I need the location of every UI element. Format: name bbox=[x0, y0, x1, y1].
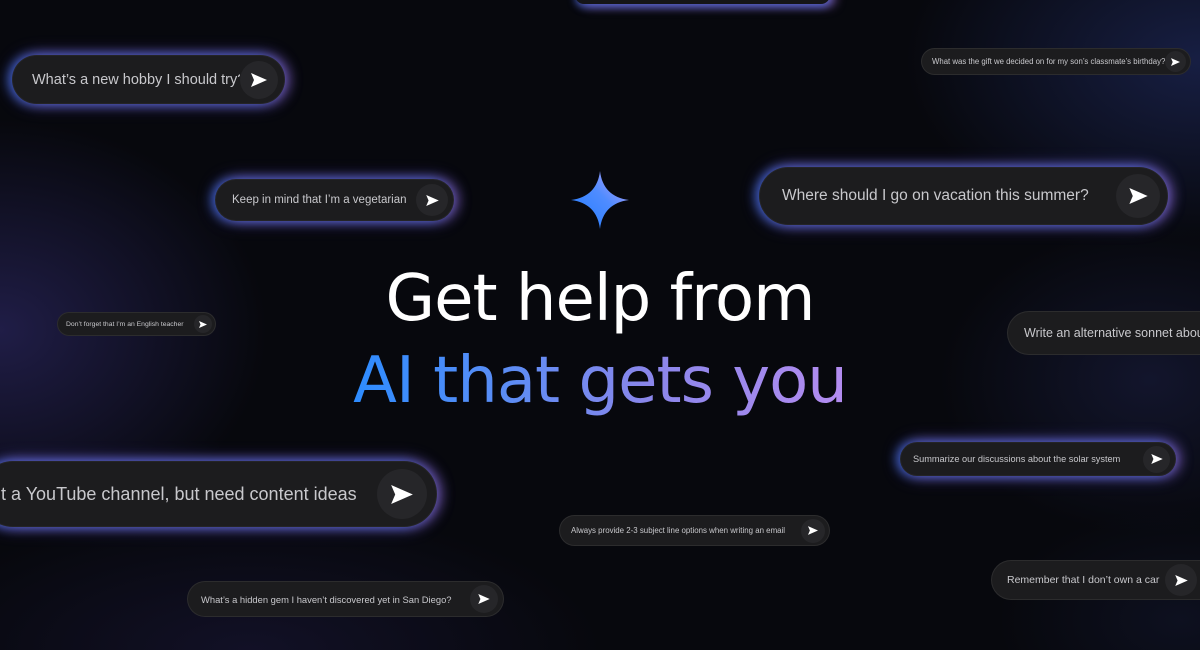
prompt-chip-text: What’s a new hobby I should try? bbox=[32, 71, 240, 88]
prompt-chip[interactable]: t a YouTube channel, but need content id… bbox=[0, 461, 437, 527]
send-icon bbox=[425, 194, 439, 206]
headline-line-1: Get help from bbox=[385, 262, 815, 336]
headline-gradient-text: AI that gets you bbox=[353, 344, 848, 418]
partial-prompt-chip-top bbox=[575, 0, 830, 4]
send-icon bbox=[251, 72, 267, 87]
send-button[interactable] bbox=[377, 469, 427, 519]
send-button[interactable] bbox=[416, 184, 448, 216]
prompt-chip-text: t a YouTube channel, but need content id… bbox=[1, 483, 357, 504]
prompt-chip-text: What was the gift we decided on for my s… bbox=[932, 57, 1165, 66]
send-button[interactable] bbox=[1165, 564, 1197, 596]
prompt-chip[interactable]: Keep in mind that I’m a vegetarian bbox=[215, 179, 454, 221]
send-icon bbox=[1150, 454, 1163, 464]
send-button[interactable] bbox=[1143, 445, 1170, 473]
send-button[interactable] bbox=[240, 60, 278, 99]
prompt-chip-text: What’s a hidden gem I haven’t discovered… bbox=[201, 593, 452, 605]
prompt-chip[interactable]: What was the gift we decided on for my s… bbox=[921, 48, 1191, 75]
prompt-chip[interactable]: What’s a hidden gem I haven’t discovered… bbox=[187, 581, 504, 617]
send-icon bbox=[478, 594, 490, 604]
headline-line-2: AI that gets you bbox=[0, 344, 1200, 418]
send-button[interactable] bbox=[1165, 51, 1186, 72]
send-button[interactable] bbox=[470, 585, 498, 613]
prompt-chip-text: Summarize our discussions about the sola… bbox=[913, 454, 1121, 464]
prompt-chip[interactable]: Summarize our discussions about the sola… bbox=[900, 442, 1176, 476]
send-icon bbox=[808, 526, 818, 535]
send-button[interactable] bbox=[1116, 174, 1160, 218]
send-icon bbox=[1128, 188, 1148, 204]
prompt-chip-text: Where should I go on vacation this summe… bbox=[782, 187, 1089, 204]
prompt-chip[interactable]: Remember that I don’t own a car bbox=[991, 560, 1200, 600]
prompt-chip-text: Remember that I don’t own a car bbox=[1007, 574, 1160, 586]
prompt-chip[interactable]: What’s a new hobby I should try? bbox=[12, 55, 285, 104]
gemini-sparkle-icon bbox=[571, 171, 629, 229]
prompt-chip[interactable]: Where should I go on vacation this summe… bbox=[759, 167, 1168, 225]
prompt-chip-text: Keep in mind that I’m a vegetarian bbox=[232, 194, 407, 206]
send-icon bbox=[1174, 574, 1188, 586]
prompt-chip-text: Always provide 2-3 subject line options … bbox=[571, 526, 786, 535]
send-icon bbox=[1171, 57, 1180, 66]
send-button[interactable] bbox=[801, 518, 825, 543]
send-icon bbox=[391, 484, 413, 504]
prompt-chip[interactable]: Always provide 2-3 subject line options … bbox=[559, 515, 830, 546]
